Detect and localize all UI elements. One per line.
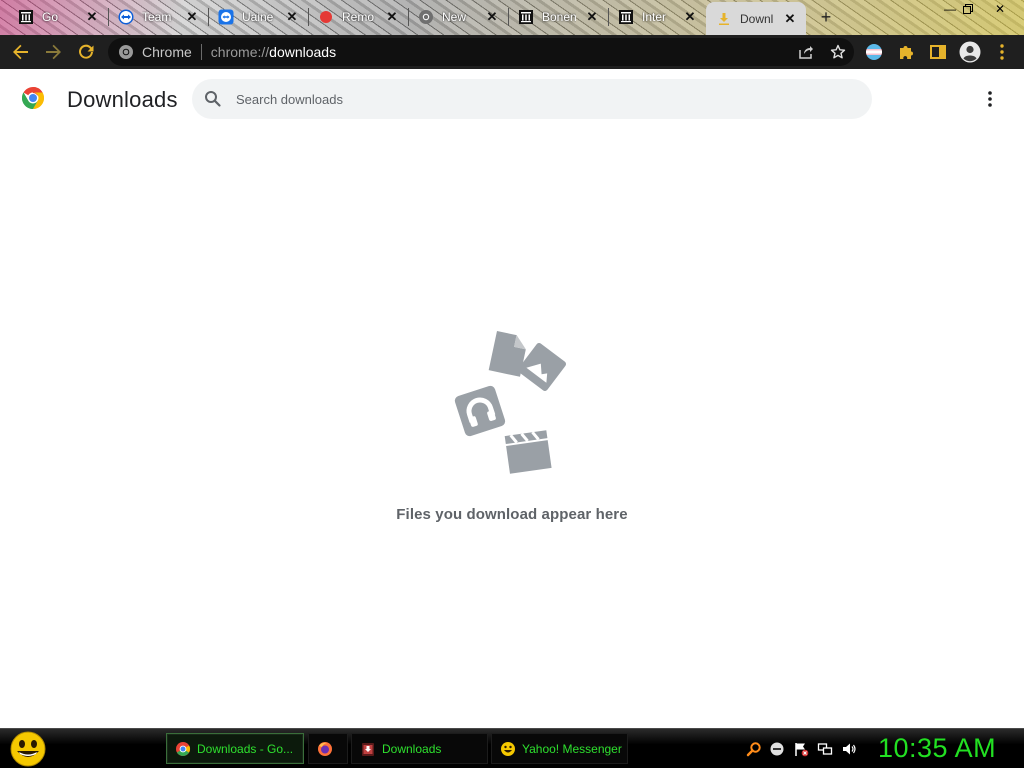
bookmark-star-button[interactable] <box>822 38 854 66</box>
tab-title: Go <box>42 10 59 24</box>
firefox-icon <box>317 741 333 757</box>
divider <box>200 44 202 60</box>
url-scheme: chrome:// <box>210 44 270 60</box>
close-icon[interactable]: ✕ <box>284 9 300 25</box>
profile-flag-button[interactable] <box>861 39 887 65</box>
close-window-button[interactable]: ✕ <box>986 0 1014 18</box>
side-panel-icon <box>930 45 946 59</box>
chrome-icon <box>119 45 133 59</box>
tab-title: Inter <box>642 10 667 24</box>
empty-downloads-illustration <box>454 331 567 474</box>
tab-strip: Go ✕ Team ✕ Uaine ✕ Remo ✕ New ✕ Bonen ✕… <box>0 0 1024 35</box>
site-info-chip[interactable]: Chrome <box>118 44 192 60</box>
chrome-gray-icon <box>418 9 434 25</box>
video-icon <box>504 430 552 474</box>
more-actions-button[interactable] <box>978 87 1002 111</box>
site-label: Chrome <box>142 44 192 60</box>
tab-4[interactable]: Remo ✕ <box>308 4 408 30</box>
teamviewer-icon <box>118 9 134 25</box>
start-button-smiley-icon[interactable] <box>8 730 48 768</box>
browser-toolbar: Chrome chrome://downloads <box>0 35 1024 69</box>
chrome-icon <box>175 741 191 757</box>
close-icon[interactable]: ✕ <box>384 9 400 25</box>
tab-7[interactable]: Inter ✕ <box>608 4 706 30</box>
bank-icon <box>518 9 534 25</box>
forward-button[interactable] <box>40 39 66 65</box>
tab-title: Bonen <box>542 10 576 24</box>
page-title: Downloads <box>67 87 178 112</box>
search-input[interactable] <box>236 91 836 107</box>
bank-icon <box>618 9 634 25</box>
tab-title: Uaine <box>242 10 274 24</box>
red-dot-icon <box>318 9 334 25</box>
close-icon[interactable]: ✕ <box>484 9 500 25</box>
flag-circle-icon <box>866 44 882 60</box>
tab-8-active[interactable]: Downl ✕ <box>706 2 806 35</box>
tab-title: New <box>442 10 467 24</box>
status-tray-icon[interactable] <box>769 741 785 757</box>
restore-icon <box>963 4 973 14</box>
arrow-left-icon <box>13 44 28 60</box>
taskbar: Downloads - Go... Downloads Yahoo! Messe… <box>0 728 1024 768</box>
chrome-logo-icon <box>22 87 44 109</box>
star-icon <box>830 44 846 59</box>
profile-button[interactable] <box>957 39 983 65</box>
search-box[interactable] <box>192 79 872 119</box>
action-center-flag-icon[interactable] <box>793 741 809 757</box>
page-header: Downloads <box>0 69 1024 129</box>
reload-icon <box>79 44 94 59</box>
tab-5[interactable]: New ✕ <box>408 4 508 30</box>
reload-button[interactable] <box>73 39 99 65</box>
bank-icon <box>18 9 34 25</box>
taskbar-button-yahoo-messenger[interactable]: Yahoo! Messenger <box>491 733 628 764</box>
download-icon <box>716 11 732 27</box>
tab-title: Team <box>142 10 172 24</box>
network-tray-icon[interactable] <box>817 741 833 757</box>
share-button[interactable] <box>790 38 822 66</box>
taskbar-button-downloads-folder[interactable]: Downloads <box>351 733 488 764</box>
volume-tray-icon[interactable] <box>841 741 857 757</box>
more-vert-icon <box>1000 44 1004 60</box>
taskbar-button-label: Yahoo! Messenger <box>522 741 622 756</box>
tab-title: Downl <box>740 11 774 26</box>
restore-button[interactable] <box>954 0 982 18</box>
tab-6[interactable]: Bonen ✕ <box>508 4 608 30</box>
yahoo-smiley-icon <box>500 741 516 757</box>
taskbar-button-firefox[interactable] <box>308 733 348 764</box>
close-icon[interactable]: ✕ <box>682 9 698 25</box>
back-button[interactable] <box>8 39 34 65</box>
more-vert-icon <box>988 91 992 107</box>
tab-3[interactable]: Uaine ✕ <box>208 4 308 30</box>
search-icon <box>205 91 221 107</box>
taskbar-button-label: Downloads <box>382 741 442 756</box>
downloads-page: Downloads Search downloads Files you dow… <box>0 69 1024 728</box>
tab-2[interactable]: Team ✕ <box>108 4 208 30</box>
avatar-icon <box>959 41 981 63</box>
arrow-right-icon <box>46 44 61 60</box>
address-bar[interactable]: Chrome chrome://downloads <box>108 38 854 66</box>
taskbar-button-label: Downloads - Go... <box>197 741 294 756</box>
side-panel-button[interactable] <box>925 39 951 65</box>
tab-1[interactable]: Go ✕ <box>8 4 108 30</box>
chrome-menu-button[interactable] <box>989 39 1015 65</box>
taskbar-clock[interactable]: 10:35 AM <box>878 733 996 764</box>
empty-state-message: Files you download appear here <box>396 506 628 523</box>
audio-icon <box>454 385 506 437</box>
close-icon[interactable]: ✕ <box>84 9 100 25</box>
search-tray-icon[interactable] <box>746 741 762 757</box>
extensions-button[interactable] <box>893 39 919 65</box>
close-icon[interactable]: ✕ <box>782 11 798 27</box>
puzzle-icon <box>900 46 913 59</box>
folder-icon <box>360 741 376 757</box>
pin-icon[interactable]: ✕ <box>184 9 200 25</box>
taskbar-button-chrome[interactable]: Downloads - Go... <box>166 733 304 764</box>
share-icon <box>799 46 813 59</box>
new-tab-button[interactable]: + <box>816 7 836 27</box>
tab-title: Remo <box>342 10 375 24</box>
url-host: downloads <box>269 44 337 60</box>
teamviewer-icon <box>218 9 234 25</box>
close-icon[interactable]: ✕ <box>584 9 600 25</box>
